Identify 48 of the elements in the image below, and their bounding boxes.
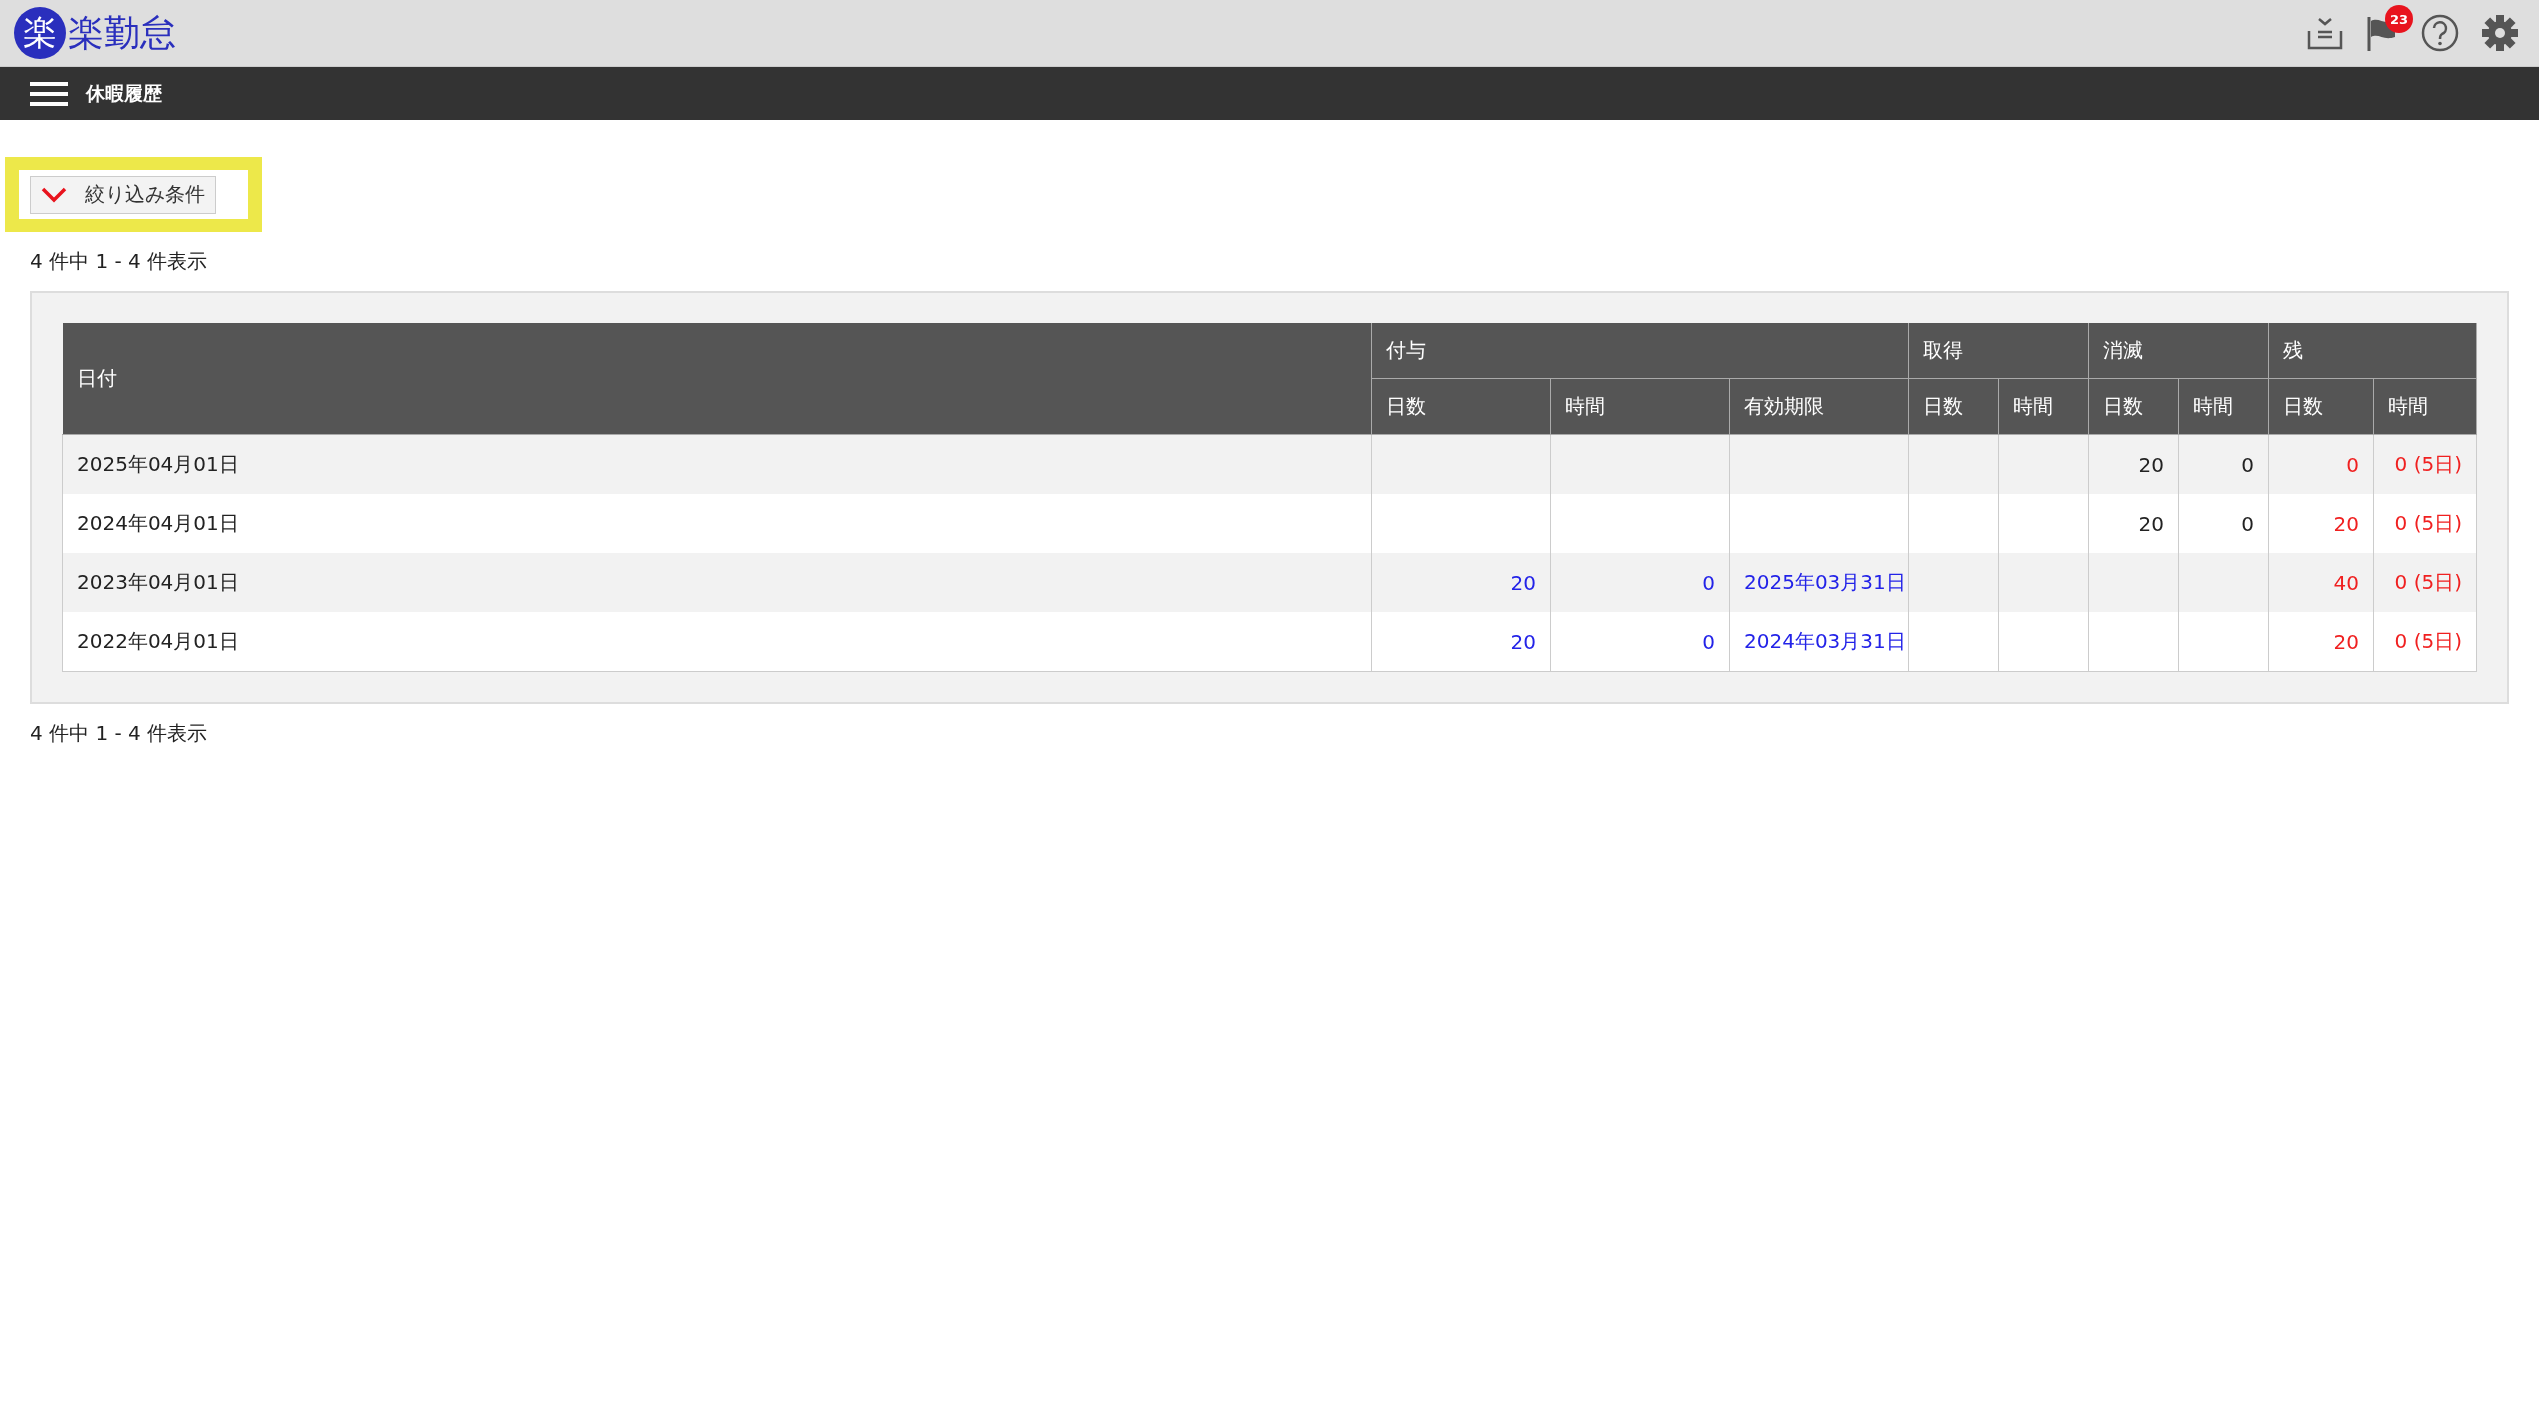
column-group-header: 取得 xyxy=(1908,323,2089,379)
filter-toggle[interactable]: 絞り込み条件 xyxy=(30,175,216,214)
column-header: 日付 xyxy=(62,323,1372,435)
help-icon[interactable] xyxy=(2421,14,2459,52)
column-header: 日数 xyxy=(1371,378,1551,435)
chevron-icon xyxy=(41,186,67,203)
table-cell: 2024年04月01日 xyxy=(62,494,1372,553)
table-cell: 20 xyxy=(2088,434,2179,494)
table-cell: 0 xyxy=(1550,612,1730,672)
result-count: 4 件中 1 - 4 件表示 xyxy=(30,720,209,747)
column-header: 時間 xyxy=(1998,378,2089,435)
table-cell: 2023年04月01日 xyxy=(62,553,1372,612)
column-header: 有効期限 xyxy=(1729,378,1909,435)
table-cell: 0 (5日) xyxy=(2373,612,2477,672)
table-cell: 0 xyxy=(2178,494,2269,553)
table-cell: 0 (5日) xyxy=(2373,494,2477,553)
menu-icon[interactable] xyxy=(30,81,68,106)
table-cell: 2025年03月31日 xyxy=(1729,553,1909,612)
table-cell: 0 xyxy=(1550,553,1730,612)
table-cell: 20 xyxy=(1371,612,1551,672)
table-cell: 2025年04月01日 xyxy=(62,434,1372,494)
table-cell: 40 xyxy=(2268,553,2374,612)
result-count: 4 件中 1 - 4 件表示 xyxy=(30,248,209,275)
table-cell: 0 (5日) xyxy=(2373,434,2477,494)
inbox-tray-icon[interactable] xyxy=(2307,16,2343,50)
table-cell: 20 xyxy=(2268,494,2374,553)
table-cell: 0 xyxy=(2178,434,2269,494)
column-header: 時間 xyxy=(1550,378,1730,435)
page-title: 休暇履歴 xyxy=(86,80,162,106)
table-cell: 2022年04月01日 xyxy=(62,612,1372,672)
column-header: 日数 xyxy=(2088,378,2179,435)
logo-text: 楽勤怠 xyxy=(68,10,176,55)
table-cell: 2024年03月31日 xyxy=(1729,612,1909,672)
table-cell: 0 xyxy=(2268,434,2374,494)
notification-badge: 23 xyxy=(2385,5,2413,33)
settings-icon[interactable] xyxy=(2481,14,2519,52)
table-cell: 20 xyxy=(1371,553,1551,612)
column-header: 日数 xyxy=(1908,378,1999,435)
column-group-header: 残 xyxy=(2268,323,2477,379)
column-header: 時間 xyxy=(2373,378,2477,435)
column-header: 日数 xyxy=(2268,378,2374,435)
table-cell: 20 xyxy=(2268,612,2374,672)
logo-mark: 楽 xyxy=(14,7,66,59)
column-header: 時間 xyxy=(2178,378,2269,435)
table-cell: 20 xyxy=(2088,494,2179,553)
column-group-header: 付与 xyxy=(1371,323,1909,379)
column-group-header: 消滅 xyxy=(2088,323,2269,379)
table-cell: 0 (5日) xyxy=(2373,553,2477,612)
